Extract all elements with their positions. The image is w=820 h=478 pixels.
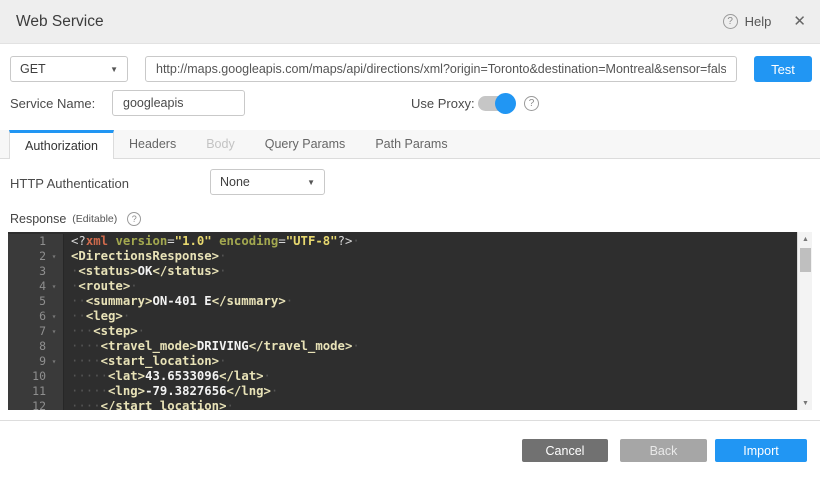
line-gutter: 12	[8, 399, 64, 410]
code-text: ·<status>OK</status>·	[64, 264, 227, 279]
line-number: 3	[8, 264, 46, 279]
code-text: <DirectionsResponse>·	[64, 249, 226, 264]
code-text: <?xml version="1.0" encoding="UTF-8"?>·	[64, 234, 360, 249]
fold-collapse-icon[interactable]: ▾	[46, 249, 62, 264]
line-number: 6	[8, 309, 46, 324]
toggle-knob	[495, 93, 516, 114]
help-label: Help	[745, 14, 772, 29]
code-text: ····<travel_mode>DRIVING</travel_mode>·	[64, 339, 360, 354]
service-name-input[interactable]	[112, 90, 245, 116]
cancel-button[interactable]: Cancel	[522, 439, 608, 462]
code-line: 10 ·····<lat>43.6533096</lat>·	[8, 369, 797, 384]
tab-authorization[interactable]: Authorization	[9, 130, 114, 159]
line-gutter: 10	[8, 369, 64, 384]
footer-divider	[0, 420, 820, 421]
web-service-dialog: Web Service ? Help ✕ GET ▼ Test Service …	[0, 0, 820, 478]
http-authentication-label: HTTP Authentication	[10, 176, 129, 191]
tab-headers[interactable]: Headers	[114, 130, 191, 158]
service-name-label: Service Name:	[10, 96, 95, 111]
line-gutter: 3	[8, 264, 64, 279]
scrollbar-thumb[interactable]	[800, 248, 811, 272]
code-line: 6▾··<leg>·	[8, 309, 797, 324]
line-gutter: 11	[8, 384, 64, 399]
scroll-up-icon[interactable]: ▲	[798, 232, 812, 246]
line-number: 9	[8, 354, 46, 369]
line-number: 1	[8, 234, 46, 249]
response-editor[interactable]: 1 <?xml version="1.0" encoding="UTF-8"?>·…	[8, 232, 812, 410]
line-gutter: 8	[8, 339, 64, 354]
back-button[interactable]: Back	[620, 439, 707, 462]
code-text: ····<start_location>·	[64, 354, 227, 369]
line-gutter: 7▾	[8, 324, 64, 339]
use-proxy-label: Use Proxy:	[411, 96, 475, 111]
tab-bar: Authorization Headers Body Query Params …	[0, 130, 820, 159]
code-text: ···<step>·	[64, 324, 145, 339]
proxy-help-icon[interactable]: ?	[524, 96, 539, 111]
http-authentication-value: None	[220, 175, 250, 189]
line-number: 2	[8, 249, 46, 264]
title-bar: Web Service ? Help ✕	[0, 0, 820, 44]
line-gutter: 5	[8, 294, 64, 309]
fold-collapse-icon[interactable]: ▾	[46, 354, 62, 369]
help-button[interactable]: ? Help	[723, 14, 772, 29]
line-number: 10	[8, 369, 46, 384]
import-button[interactable]: Import	[715, 439, 807, 462]
chevron-down-icon: ▼	[307, 178, 315, 187]
line-gutter: 6▾	[8, 309, 64, 324]
code-text: ····</start_location>·	[64, 399, 234, 410]
test-button[interactable]: Test	[754, 56, 812, 82]
line-gutter: 1	[8, 234, 64, 249]
editor-scrollbar[interactable]: ▲ ▼	[797, 232, 812, 410]
line-gutter: 2▾	[8, 249, 64, 264]
line-gutter: 4▾	[8, 279, 64, 294]
fold-collapse-icon[interactable]: ▾	[46, 309, 62, 324]
code-line: 9▾····<start_location>·	[8, 354, 797, 369]
scroll-down-icon[interactable]: ▼	[798, 396, 812, 410]
response-label-row: Response (Editable) ?	[10, 212, 141, 226]
http-authentication-select[interactable]: None ▼	[210, 169, 325, 195]
code-line: 8 ····<travel_mode>DRIVING</travel_mode>·	[8, 339, 797, 354]
help-circle-icon: ?	[723, 14, 738, 29]
response-editable-label: (Editable)	[72, 213, 117, 225]
tab-body: Body	[191, 130, 250, 158]
url-input[interactable]	[145, 56, 737, 82]
use-proxy-toggle[interactable]	[478, 96, 514, 111]
chevron-down-icon: ▼	[110, 65, 118, 74]
fold-collapse-icon[interactable]: ▾	[46, 324, 62, 339]
close-icon[interactable]: ✕	[793, 14, 806, 29]
line-number: 5	[8, 294, 46, 309]
line-gutter: 9▾	[8, 354, 64, 369]
line-number: 7	[8, 324, 46, 339]
page-title: Web Service	[16, 13, 104, 31]
response-help-icon[interactable]: ?	[127, 212, 141, 226]
line-number: 12	[8, 399, 46, 410]
code-line: 3 ·<status>OK</status>·	[8, 264, 797, 279]
response-label: Response	[10, 212, 66, 226]
code-text: ·····<lat>43.6533096</lat>·	[64, 369, 271, 384]
code-text: ··<leg>·	[64, 309, 130, 324]
line-number: 4	[8, 279, 46, 294]
code-text: ·····<lng>-79.3827656</lng>·	[64, 384, 278, 399]
tab-query-params[interactable]: Query Params	[250, 130, 361, 158]
code-line: 12 ····</start_location>·	[8, 399, 797, 410]
http-method-select[interactable]: GET ▼	[10, 56, 128, 82]
http-method-value: GET	[20, 62, 46, 76]
code-text: ·<route>·	[64, 279, 138, 294]
code-lines[interactable]: 1 <?xml version="1.0" encoding="UTF-8"?>·…	[8, 232, 797, 410]
line-number: 8	[8, 339, 46, 354]
code-line: 11 ·····<lng>-79.3827656</lng>·	[8, 384, 797, 399]
line-number: 11	[8, 384, 46, 399]
code-text: ··<summary>ON-401 E</summary>·	[64, 294, 293, 309]
code-line: 5 ··<summary>ON-401 E</summary>·	[8, 294, 797, 309]
code-line: 1 <?xml version="1.0" encoding="UTF-8"?>·	[8, 234, 797, 249]
tab-path-params[interactable]: Path Params	[360, 130, 462, 158]
code-line: 7▾···<step>·	[8, 324, 797, 339]
code-line: 2▾<DirectionsResponse>·	[8, 249, 797, 264]
code-line: 4▾·<route>·	[8, 279, 797, 294]
fold-collapse-icon[interactable]: ▾	[46, 279, 62, 294]
